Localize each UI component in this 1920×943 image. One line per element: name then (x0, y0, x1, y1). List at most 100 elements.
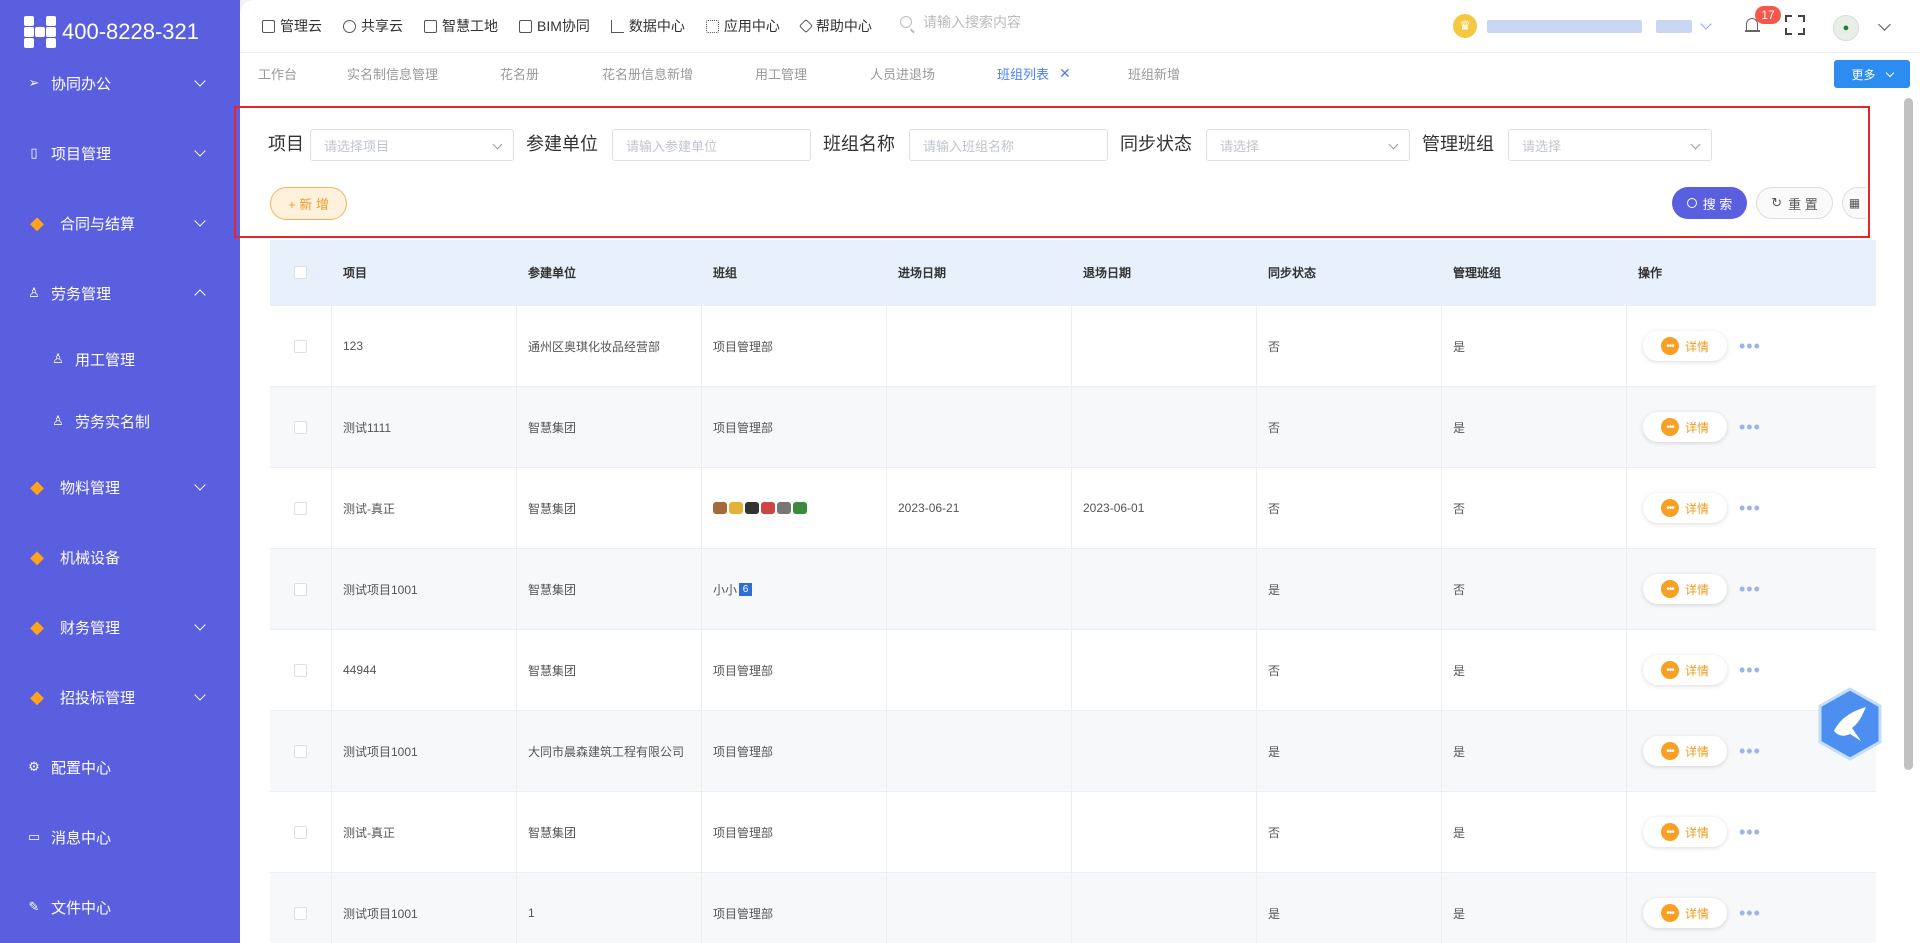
chevron-down-icon[interactable] (1878, 18, 1891, 31)
cell-sync: 否 (1257, 792, 1442, 872)
sidebar-item-config[interactable]: ⚙ 配置中心 (0, 732, 240, 802)
sidebar-item-bidding[interactable]: ◆ 招投标管理 (0, 662, 240, 732)
sidebar-item-collaboration[interactable]: ➢ 协同办公 (0, 48, 240, 118)
topnav-app-center[interactable]: 应用中心 (705, 16, 780, 36)
row-checkbox[interactable] (294, 501, 307, 515)
sidebar-item-employment[interactable]: ♙ 用工管理 (0, 328, 240, 390)
tab-roster-add[interactable]: 花名册信息新增 (602, 64, 693, 83)
column-header[interactable]: 退场日期 (1072, 240, 1257, 305)
more-actions-icon[interactable]: ••• (1739, 418, 1761, 436)
tab-roster[interactable]: 花名册 (500, 64, 539, 83)
topnav-data-center[interactable]: 数据中心 (610, 16, 685, 36)
row-checkbox[interactable] (294, 582, 307, 596)
more-actions-icon[interactable]: ••• (1739, 580, 1761, 598)
cell-team: 项目管理部 (702, 306, 887, 386)
sidebar-item-material[interactable]: ◆ 物料管理 (0, 452, 240, 522)
row-checkbox[interactable] (294, 663, 307, 677)
global-search (900, 14, 1123, 30)
column-header[interactable]: 同步状态 (1257, 240, 1442, 305)
topnav-bim[interactable]: BIM协同 (519, 16, 590, 36)
cell-team: 项目管理部 (702, 873, 887, 943)
fullscreen-icon[interactable] (1785, 15, 1805, 35)
avatar[interactable]: ● (1833, 15, 1859, 41)
reset-button[interactable]: ↻ 重 置 (1756, 187, 1833, 219)
row-checkbox[interactable] (294, 339, 307, 353)
unit-input[interactable]: 请输入参建单位 (612, 129, 811, 161)
more-label: 更多 (1851, 67, 1876, 82)
more-actions-icon[interactable]: ••• (1739, 337, 1761, 355)
vertical-scrollbar[interactable] (1904, 98, 1913, 770)
sidebar-menu: ➢ 协同办公 ▯ 项目管理 ◆ 合同与结算 ♙ 劳务管理 ♙ 用工管理 ♙ 劳务… (0, 48, 240, 942)
blurred-user-name (1487, 19, 1642, 33)
logo[interactable]: 400-8228-321 (24, 14, 199, 50)
emoji-icon (713, 502, 727, 514)
cell-manage: 是 (1442, 792, 1627, 872)
column-settings-button[interactable]: ▦ (1842, 187, 1866, 219)
detail-button[interactable]: ••• 详情 (1643, 817, 1727, 847)
detail-button[interactable]: ••• 详情 (1643, 736, 1727, 766)
detail-button[interactable]: ••• 详情 (1643, 412, 1727, 442)
sidebar-item-realname[interactable]: ♙ 劳务实名制 (0, 390, 240, 452)
team-name-input[interactable]: 请输入班组名称 (909, 129, 1108, 161)
tab-label: 班组列表 (997, 67, 1050, 82)
sidebar-item-machinery[interactable]: ◆ 机械设备 (0, 522, 240, 592)
column-header[interactable]: 班组 (702, 240, 887, 305)
column-header[interactable]: 管理班组 (1442, 240, 1627, 305)
cell-out-date (1072, 549, 1257, 629)
detail-button[interactable]: ••• 详情 (1643, 493, 1727, 523)
more-actions-icon[interactable]: ••• (1739, 661, 1761, 679)
row-checkbox[interactable] (294, 825, 307, 839)
add-button[interactable]: + 新 增 (270, 187, 347, 220)
detail-button[interactable]: ••• 详情 (1643, 655, 1727, 685)
select-all-checkbox[interactable] (294, 266, 307, 279)
sync-status-select[interactable]: 请选择 (1206, 129, 1410, 161)
column-header[interactable]: 项目 (332, 240, 517, 305)
detail-button[interactable]: ••• 详情 (1643, 331, 1727, 361)
topnav-help-center[interactable]: 帮助中心 (798, 16, 872, 36)
row-select-cell (270, 792, 332, 872)
project-select[interactable]: 请选择项目 (310, 129, 514, 161)
sidebar-item-files[interactable]: ✎ 文件中心 (0, 872, 240, 942)
column-header[interactable]: 参建单位 (517, 240, 702, 305)
more-actions-icon[interactable]: ••• (1739, 904, 1761, 922)
detail-button[interactable]: ••• 详情 (1643, 898, 1727, 928)
assistant-bird-icon[interactable] (1817, 687, 1883, 761)
search-button[interactable]: 搜 索 (1672, 187, 1747, 219)
chevron-down-icon (194, 689, 206, 701)
manage-team-select[interactable]: 请选择 (1508, 129, 1712, 161)
detail-button[interactable]: ••• 详情 (1643, 574, 1727, 604)
column-header[interactable]: 进场日期 (887, 240, 1072, 305)
tab-label: 工作台 (258, 67, 298, 82)
close-icon[interactable]: ✕ (1059, 65, 1071, 82)
tab-workbench[interactable]: 工作台 (258, 64, 297, 83)
topnav-label: 数据中心 (628, 18, 685, 34)
sidebar-item-project[interactable]: ▯ 项目管理 (0, 118, 240, 188)
sidebar-item-contract[interactable]: ◆ 合同与结算 (0, 188, 240, 258)
row-checkbox[interactable] (294, 744, 307, 758)
user-icon: ♙ (52, 413, 64, 428)
topnav-share-cloud[interactable]: 共享云 (343, 16, 403, 36)
cell-actions: ••• 详情 ••• (1627, 873, 1876, 943)
tab-realname-info[interactable]: 实名制信息管理 (347, 64, 438, 83)
sidebar-item-finance[interactable]: ◆ 财务管理 (0, 592, 240, 662)
more-actions-icon[interactable]: ••• (1739, 499, 1761, 517)
sidebar-item-messages[interactable]: ▭ 消息中心 (0, 802, 240, 872)
more-tabs-button[interactable]: 更多 (1834, 60, 1910, 88)
sidebar-item-labor[interactable]: ♙ 劳务管理 (0, 258, 240, 328)
row-checkbox[interactable] (294, 906, 307, 920)
cell-actions: ••• 详情 ••• (1627, 468, 1876, 548)
more-actions-icon[interactable]: ••• (1739, 742, 1761, 760)
tab-team-list[interactable]: 班组列表 ✕ (997, 64, 1071, 83)
ellipsis-circle-icon: ••• (1660, 661, 1679, 679)
user-menu[interactable]: ♛ (1453, 14, 1712, 38)
topnav-management-cloud[interactable]: 管理云 (262, 16, 322, 36)
project-placeholder: 请选择项目 (324, 138, 390, 154)
row-checkbox[interactable] (294, 420, 307, 434)
topnav-smart-site[interactable]: 智慧工地 (424, 16, 498, 36)
tab-personnel-entry-exit[interactable]: 人员进退场 (870, 64, 935, 83)
search-input[interactable] (923, 14, 1123, 30)
tab-team-add[interactable]: 班组新增 (1128, 64, 1180, 83)
tab-employment[interactable]: 用工管理 (755, 64, 807, 83)
app-root: 400-8228-321 ➢ 协同办公 ▯ 项目管理 ◆ 合同与结算 ♙ 劳务管… (0, 0, 1920, 943)
more-actions-icon[interactable]: ••• (1739, 823, 1761, 841)
